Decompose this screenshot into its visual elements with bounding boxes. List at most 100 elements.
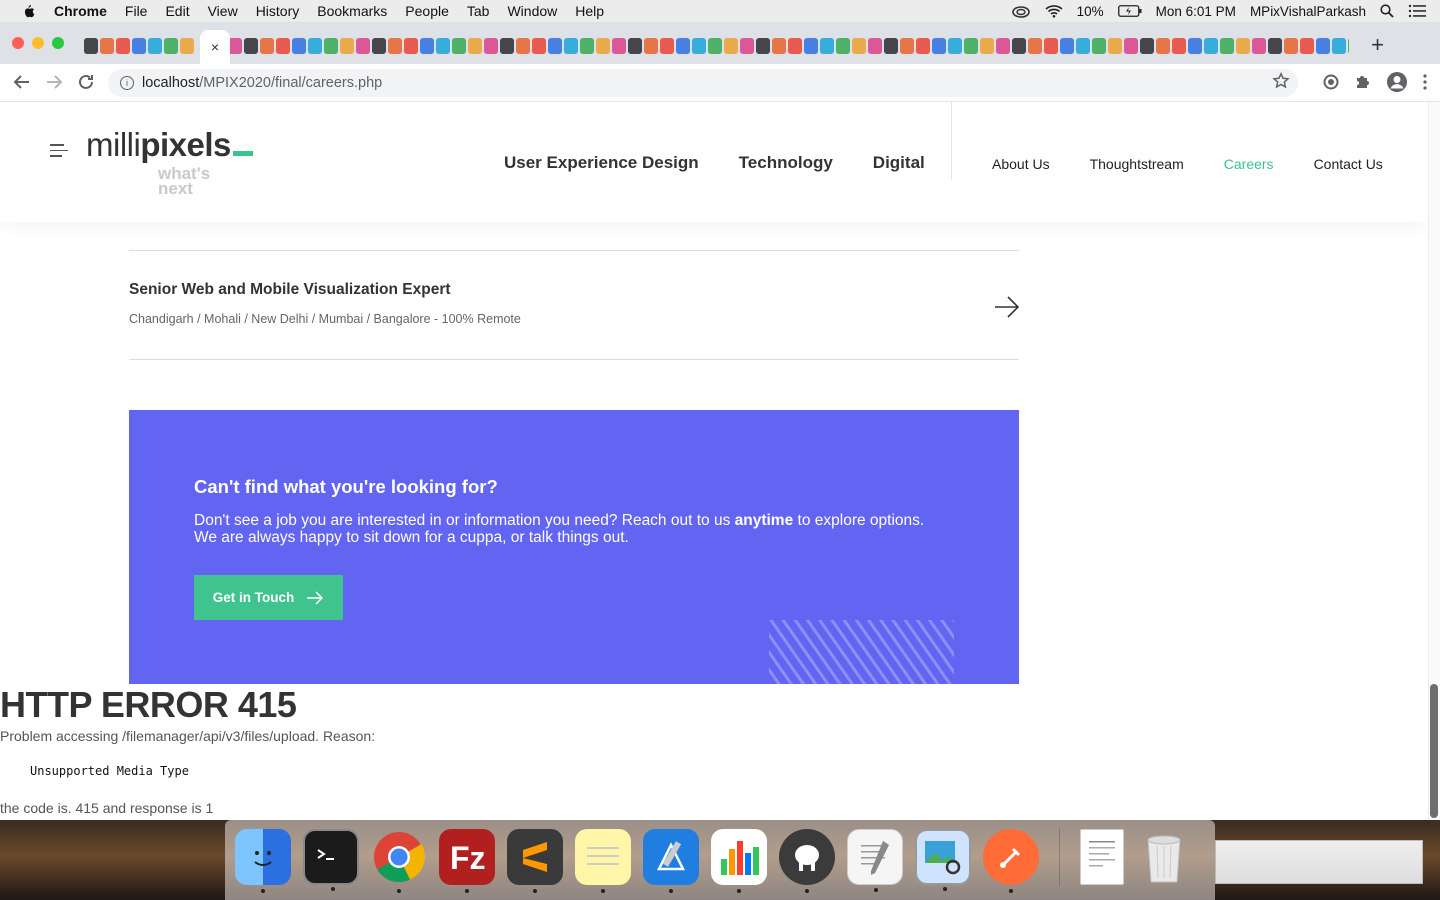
pinned-tab-favicon[interactable]	[1108, 38, 1122, 54]
pinned-tab-favicon[interactable]	[1348, 38, 1349, 54]
pinned-tab-favicon[interactable]	[1252, 38, 1266, 54]
pinned-tab-favicon[interactable]	[804, 38, 818, 54]
pinned-tab-favicon[interactable]	[164, 38, 178, 54]
get-in-touch-button[interactable]: Get in Touch	[194, 575, 343, 620]
spotlight-search-icon[interactable]	[1380, 4, 1394, 18]
pinned-tab-favicon[interactable]	[244, 38, 258, 54]
menu-help[interactable]: Help	[575, 3, 604, 19]
pinned-tab-favicon[interactable]	[500, 38, 514, 54]
pinned-tab-favicon[interactable]	[340, 38, 354, 54]
pinned-tab-favicon[interactable]	[452, 38, 466, 54]
sublime-icon[interactable]	[507, 829, 563, 893]
pinned-tab-favicon[interactable]	[612, 38, 626, 54]
pinned-tab-favicon[interactable]	[1028, 38, 1042, 54]
pinned-tab-favicon[interactable]	[1188, 38, 1202, 54]
pinned-tab-favicon[interactable]	[996, 38, 1010, 54]
postman-icon[interactable]	[983, 829, 1039, 893]
nav-technology[interactable]: Technology	[739, 153, 833, 173]
pinned-tab-favicon[interactable]	[404, 38, 418, 54]
notes-icon[interactable]	[575, 829, 631, 893]
pinned-tab-favicon[interactable]	[820, 38, 834, 54]
menu-app-name[interactable]: Chrome	[54, 3, 107, 19]
close-tab-icon[interactable]: ×	[211, 39, 219, 55]
terminal-icon[interactable]	[303, 829, 359, 891]
pinned-tab-favicon[interactable]	[276, 38, 290, 54]
textedit-icon[interactable]	[847, 829, 903, 892]
pinned-tab-favicon[interactable]	[564, 38, 578, 54]
pinned-tab-favicon[interactable]	[516, 38, 530, 54]
pinned-tab-favicon[interactable]	[932, 38, 946, 54]
pinned-tab-favicon[interactable]	[1204, 38, 1218, 54]
pinned-tab-favicon[interactable]	[468, 38, 482, 54]
menu-bookmarks[interactable]: Bookmarks	[317, 3, 387, 19]
pinned-tab-favicon[interactable]	[964, 38, 978, 54]
pinned-tab-favicon[interactable]	[1060, 38, 1074, 54]
job-title[interactable]: Senior Web and Mobile Visualization Expe…	[129, 281, 451, 299]
hamburger-menu-icon[interactable]	[50, 144, 68, 161]
pinned-tab-favicon[interactable]	[484, 38, 498, 54]
preview-icon[interactable]	[915, 829, 971, 891]
pinned-tab-favicon[interactable]	[1044, 38, 1058, 54]
extensions-puzzle-icon[interactable]	[1354, 73, 1372, 91]
nav-contact-us[interactable]: Contact Us	[1314, 156, 1383, 172]
pinned-tab-favicon[interactable]	[1332, 38, 1346, 54]
pinned-tab-favicon[interactable]	[756, 38, 770, 54]
extension-circle-icon[interactable]	[1322, 73, 1340, 91]
pinned-tab-favicon[interactable]	[740, 38, 754, 54]
pinned-tab-favicon[interactable]	[1236, 38, 1250, 54]
pinned-tab-favicon[interactable]	[132, 38, 146, 54]
chrome-icon[interactable]	[371, 829, 427, 893]
menu-history[interactable]: History	[256, 3, 300, 19]
wifi-icon[interactable]	[1045, 4, 1063, 18]
pinned-tab-favicon[interactable]	[228, 38, 242, 54]
nav-digital[interactable]: Digital	[873, 153, 925, 173]
pinned-tab-favicon[interactable]	[420, 38, 434, 54]
nav-user-experience-design[interactable]: User Experience Design	[504, 153, 699, 173]
pinned-tab-favicon[interactable]	[180, 38, 194, 54]
pinned-tab-favicon[interactable]	[548, 38, 562, 54]
pinned-tab-favicon[interactable]	[324, 38, 338, 54]
forward-icon[interactable]	[44, 72, 64, 92]
pinned-tab-favicon[interactable]	[84, 38, 98, 54]
pinned-tab-favicon[interactable]	[1316, 38, 1330, 54]
pinned-tab-favicon[interactable]	[100, 38, 114, 54]
creative-cloud-icon[interactable]	[1011, 4, 1031, 18]
pinned-tab-favicon[interactable]	[724, 38, 738, 54]
filezilla-icon[interactable]: Fz	[439, 829, 495, 893]
document-icon[interactable]	[1080, 829, 1124, 885]
back-icon[interactable]	[12, 72, 32, 92]
reload-icon[interactable]	[76, 72, 96, 92]
notification-center-icon[interactable]	[1408, 4, 1426, 18]
pinned-tab-favicon[interactable]	[1300, 38, 1314, 54]
pinned-tab-favicon[interactable]	[948, 38, 962, 54]
sequel-pro-icon[interactable]	[779, 829, 835, 893]
pinned-tab-favicon[interactable]	[388, 38, 402, 54]
finder-icon[interactable]	[235, 829, 291, 893]
menu-window[interactable]: Window	[507, 3, 557, 19]
pinned-tab-favicon[interactable]	[900, 38, 914, 54]
pinned-tab-favicon[interactable]	[836, 38, 850, 54]
pinned-tab-favicon[interactable]	[660, 38, 674, 54]
pinned-tab-favicon[interactable]	[532, 38, 546, 54]
pinned-tab-favicon[interactable]	[1076, 38, 1090, 54]
menu-view[interactable]: View	[208, 3, 238, 19]
pinned-tab-favicon[interactable]	[372, 38, 386, 54]
minimize-window-button[interactable]	[32, 37, 44, 49]
menu-edit[interactable]: Edit	[165, 3, 189, 19]
pinned-tab-favicon[interactable]	[708, 38, 722, 54]
pinned-tab-favicon[interactable]	[580, 38, 594, 54]
pinned-tab-favicon[interactable]	[868, 38, 882, 54]
pinned-tab-favicon[interactable]	[1156, 38, 1170, 54]
pinned-tab-favicon[interactable]	[436, 38, 450, 54]
nav-thoughtstream[interactable]: Thoughtstream	[1090, 156, 1184, 172]
scrollbar-thumb[interactable]	[1430, 684, 1438, 818]
pinned-tab-favicon[interactable]	[644, 38, 658, 54]
xcode-icon[interactable]	[643, 829, 699, 893]
pinned-tab-favicon[interactable]	[1172, 38, 1186, 54]
pinned-tab-favicon[interactable]	[1284, 38, 1298, 54]
nav-careers[interactable]: Careers	[1224, 156, 1274, 172]
pinned-tab-favicon[interactable]	[308, 38, 322, 54]
background-window[interactable]	[1215, 840, 1423, 884]
pinned-tab-favicon[interactable]	[788, 38, 802, 54]
pinned-tab-favicon[interactable]	[1268, 38, 1282, 54]
